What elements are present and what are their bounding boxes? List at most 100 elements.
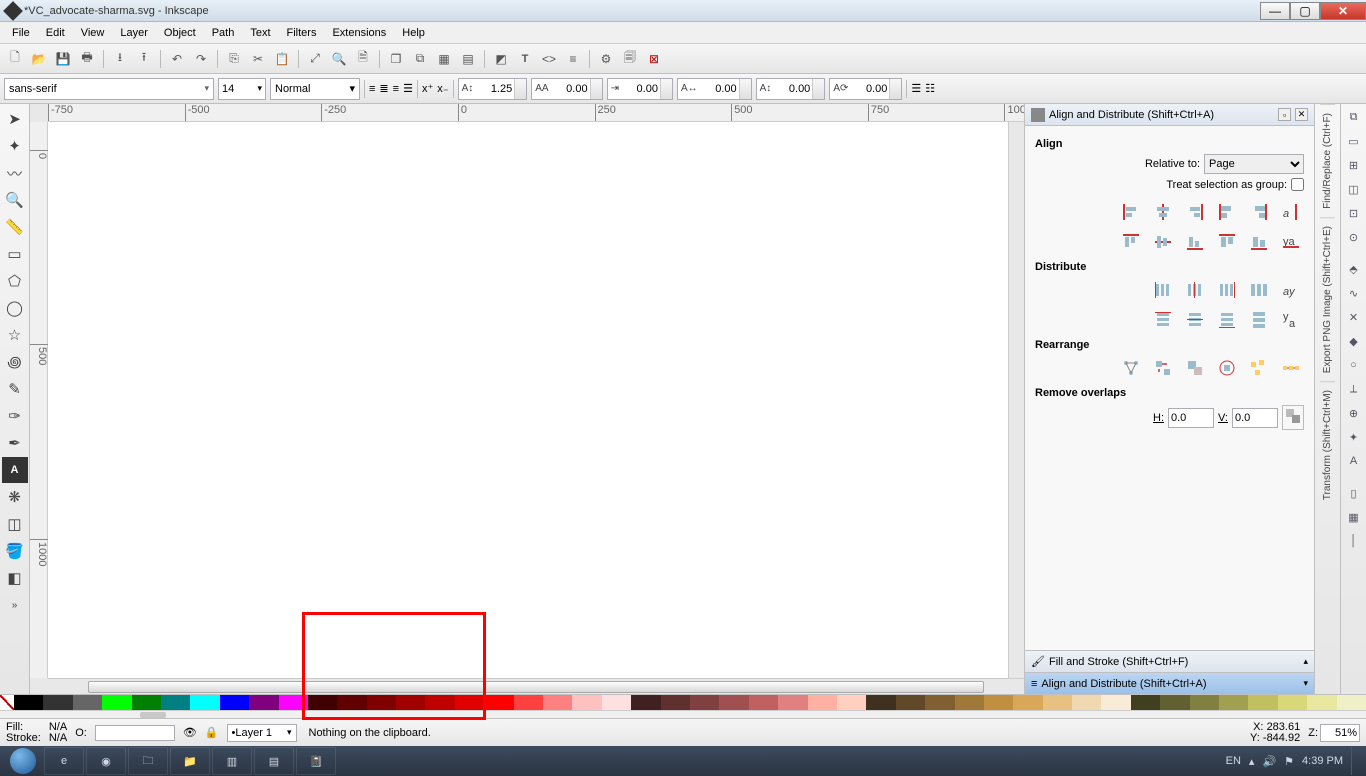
color-swatch[interactable] <box>396 695 425 710</box>
subscript-button[interactable]: x₋ <box>437 82 448 95</box>
dist-h-right[interactable] <box>1214 277 1240 303</box>
align-left-button[interactable]: ≡ <box>369 83 375 95</box>
align-text-anchor[interactable]: a <box>1278 199 1304 225</box>
color-swatch[interactable] <box>14 695 43 710</box>
color-swatch[interactable] <box>631 695 660 710</box>
color-swatch[interactable] <box>1043 695 1072 710</box>
rotate-input[interactable]: A⟳ <box>829 78 902 100</box>
dist-v-bottom[interactable] <box>1214 307 1240 333</box>
color-swatch[interactable] <box>955 695 984 710</box>
spiral-tool[interactable]: ꩜ <box>2 349 28 375</box>
color-swatch[interactable] <box>543 695 572 710</box>
redo-button[interactable]: ↷ <box>190 48 212 70</box>
color-swatch[interactable] <box>778 695 807 710</box>
text-vertical-button[interactable]: ☷ <box>925 82 935 95</box>
line-height-input[interactable]: A↕ <box>458 78 528 100</box>
snap-obj-center[interactable]: ⊕ <box>1343 402 1365 424</box>
dist-h-center[interactable] <box>1182 277 1208 303</box>
color-swatch[interactable] <box>337 695 366 710</box>
lock-icon[interactable]: 🔒 <box>205 726 219 739</box>
print-button[interactable]: 🖶 <box>76 48 98 70</box>
prefs-button[interactable]: ⚙ <box>595 48 617 70</box>
box3d-tool[interactable]: ⬠ <box>2 268 28 294</box>
export-button[interactable]: ⭱ <box>133 48 155 70</box>
zoom-tool[interactable]: 🔍 <box>2 187 28 213</box>
color-swatch[interactable] <box>514 695 543 710</box>
font-size-input[interactable]: 14 ▾ <box>218 78 266 100</box>
tweak-tool[interactable]: 〰 <box>2 160 28 186</box>
snap-page[interactable]: ▯ <box>1343 482 1365 504</box>
align-right-button[interactable]: ≡ <box>393 83 399 95</box>
snap-smooth[interactable]: ○ <box>1343 354 1365 376</box>
color-swatch[interactable] <box>1131 695 1160 710</box>
snap-path[interactable]: ∿ <box>1343 282 1365 304</box>
color-swatch[interactable] <box>425 695 454 710</box>
taskbar-app3[interactable]: 📓 <box>296 747 336 775</box>
no-color-swatch[interactable] <box>0 695 14 710</box>
zoom-input[interactable] <box>1320 724 1360 742</box>
color-swatch[interactable] <box>719 695 748 710</box>
dist-text-h[interactable]: ay <box>1278 277 1304 303</box>
taskbar-explorer[interactable]: 🗀 <box>128 747 168 775</box>
color-swatch[interactable] <box>1160 695 1189 710</box>
color-swatch[interactable] <box>661 695 690 710</box>
relative-to-select[interactable]: Page <box>1204 154 1304 174</box>
gradient-tool[interactable]: ◧ <box>2 565 28 591</box>
color-swatch[interactable] <box>1072 695 1101 710</box>
exchange-rot[interactable] <box>1214 355 1240 381</box>
color-swatch[interactable] <box>279 695 308 710</box>
color-swatch[interactable] <box>866 695 895 710</box>
selector-tool[interactable]: ➤ <box>2 106 28 132</box>
align-collapsed[interactable]: ≡ Align and Distribute (Shift+Ctrl+A) ▾ <box>1025 672 1314 694</box>
dist-v-center[interactable] <box>1182 307 1208 333</box>
align-left-anchor[interactable] <box>1214 199 1240 225</box>
show-desktop[interactable] <box>1351 747 1358 775</box>
snap-guide[interactable]: │ <box>1343 530 1365 552</box>
letter-spacing-input[interactable]: AA <box>531 78 602 100</box>
more-tools[interactable]: » <box>2 592 28 618</box>
xml-editor-button[interactable]: <> <box>538 48 560 70</box>
color-swatch[interactable] <box>308 695 337 710</box>
menu-path[interactable]: Path <box>204 25 243 41</box>
menu-help[interactable]: Help <box>394 25 433 41</box>
kern-dy-input[interactable]: A↕ <box>756 78 826 100</box>
align-bottom-anchor[interactable] <box>1246 229 1272 255</box>
visibility-icon[interactable]: 👁 <box>183 726 197 739</box>
ruler-horizontal[interactable]: -750 -500 -250 0 250 500 750 1000 <box>48 104 1024 122</box>
word-spacing-input[interactable]: ⇥ <box>607 78 673 100</box>
tray-lang[interactable]: EN <box>1226 755 1241 767</box>
ungroup-button[interactable]: ▤ <box>457 48 479 70</box>
eraser-tool[interactable]: ◫ <box>2 511 28 537</box>
doc-props-button[interactable]: 🗐 <box>619 48 641 70</box>
color-swatch[interactable] <box>161 695 190 710</box>
scrollbar-vertical[interactable] <box>1008 122 1024 678</box>
color-palette[interactable] <box>0 694 1366 710</box>
align-right-anchor[interactable] <box>1246 199 1272 225</box>
bucket-tool[interactable]: 🪣 <box>2 538 28 564</box>
dist-h-gap[interactable] <box>1246 277 1272 303</box>
color-swatch[interactable] <box>1337 695 1366 710</box>
group-button[interactable]: ▦ <box>433 48 455 70</box>
color-swatch[interactable] <box>1278 695 1307 710</box>
taskbar-chrome[interactable]: ◉ <box>86 747 126 775</box>
measure-tool[interactable]: 📏 <box>2 214 28 240</box>
kern-dx-input[interactable]: A↔ <box>677 78 752 100</box>
exchange-z[interactable] <box>1182 355 1208 381</box>
text-tool[interactable]: A <box>2 457 28 483</box>
color-swatch[interactable] <box>1219 695 1248 710</box>
menu-filters[interactable]: Filters <box>279 25 325 41</box>
align-center-button[interactable]: ≣ <box>379 82 388 95</box>
color-swatch[interactable] <box>73 695 102 710</box>
dist-v-gap[interactable] <box>1246 307 1272 333</box>
color-swatch[interactable] <box>984 695 1013 710</box>
snap-grid[interactable]: ▦ <box>1343 506 1365 528</box>
taskbar-app1[interactable]: ▥ <box>212 747 252 775</box>
tab-export-png[interactable]: Export PNG Image (Shift+Ctrl+E) <box>1320 217 1335 381</box>
color-swatch[interactable] <box>190 695 219 710</box>
fill-stroke-button[interactable]: ◩ <box>490 48 512 70</box>
snap-midpoint[interactable]: ⊡ <box>1343 202 1365 224</box>
scrollbar-horizontal[interactable] <box>48 678 1024 694</box>
open-button[interactable]: 📂 <box>28 48 50 70</box>
spray-tool[interactable]: ❋ <box>2 484 28 510</box>
graph-layout[interactable] <box>1118 355 1144 381</box>
